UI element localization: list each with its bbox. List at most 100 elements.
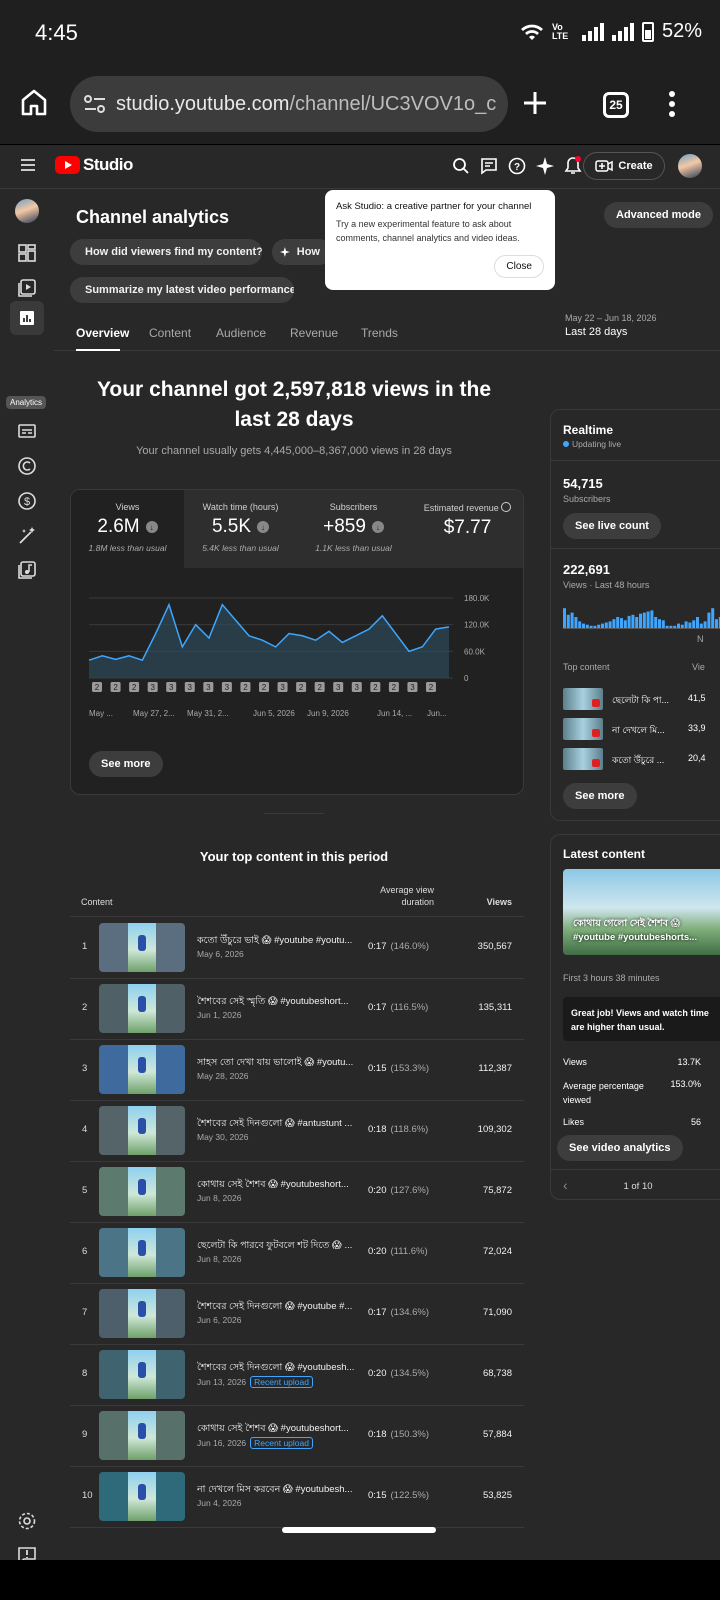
- tooltip-close-button[interactable]: Close: [494, 255, 544, 278]
- channel-avatar[interactable]: [15, 199, 39, 223]
- table-row[interactable]: 1 কতো উঁচুরে ভাই 😱 #youtube #youtu... May …: [70, 917, 524, 979]
- table-row[interactable]: 6 ছেলেটা কি পারবে ফুটবলে শট দিতে 😱 ... Jun…: [70, 1222, 524, 1284]
- video-thumbnail[interactable]: [99, 923, 185, 972]
- down-arrow-icon: ↓: [371, 521, 384, 533]
- tab-audience[interactable]: Audience: [216, 326, 266, 340]
- video-title[interactable]: শৈশবের সেই স্মৃতি 😱 #youtubeshort...: [197, 995, 355, 1010]
- subtitles-icon[interactable]: [13, 417, 41, 445]
- comments-icon[interactable]: [480, 157, 498, 175]
- menu-dots-icon[interactable]: [668, 90, 676, 118]
- studio-logo[interactable]: Studio: [55, 155, 133, 175]
- video-title[interactable]: না দেখলে মিস করবেন 😱 #youtubesh...: [197, 1483, 355, 1498]
- video-thumbnail: [563, 718, 603, 740]
- table-row[interactable]: 5 কোথায় সেই শৈশব 😱 #youtubeshort... Jun 8…: [70, 1161, 524, 1223]
- see-video-analytics-button[interactable]: See video analytics: [557, 1135, 683, 1161]
- video-thumbnail[interactable]: [99, 984, 185, 1033]
- audio-library-icon[interactable]: [13, 556, 41, 584]
- realtime-status: Updating live: [563, 439, 621, 449]
- metric-label: Subscribers: [329, 502, 378, 512]
- date-range-label[interactable]: Last 28 days: [565, 326, 627, 338]
- tab-switcher-button[interactable]: 25: [603, 92, 629, 118]
- table-row[interactable]: 8 শৈশবের সেই দিনগুলো 😱 #youtubesh... Jun 1…: [70, 1344, 524, 1406]
- realtime-bar: [688, 622, 692, 628]
- date-range[interactable]: May 22 – Jun 18, 2026: [565, 313, 657, 323]
- home-gesture-bar[interactable]: [282, 1527, 436, 1533]
- analytics-nav-item[interactable]: [10, 301, 44, 335]
- table-row[interactable]: 7 শৈশবের সেই দিনগুলো 😱 #youtube #... Jun 6…: [70, 1283, 524, 1345]
- search-icon[interactable]: [452, 157, 470, 175]
- video-thumbnail[interactable]: [99, 1289, 185, 1338]
- video-title[interactable]: কতো উঁচুরে ভাই 😱 #youtube #youtu...: [197, 934, 355, 949]
- realtime-item[interactable]: না দেখলে মি... 33,9: [563, 718, 720, 740]
- studio-header: Studio ? Create: [0, 145, 720, 189]
- video-thumbnail[interactable]: [99, 1350, 185, 1399]
- video-thumbnail[interactable]: [99, 1167, 185, 1216]
- notifications-bell-icon[interactable]: [564, 156, 582, 176]
- advanced-mode-button[interactable]: Advanced mode: [604, 202, 713, 228]
- table-row[interactable]: 10 না দেখলে মিস করবেন 😱 #youtubesh... Jun …: [70, 1466, 524, 1528]
- video-title[interactable]: সাহস তো দেখা যায় ভালোই 😱 #youtu...: [197, 1056, 355, 1071]
- settings-gear-icon[interactable]: [13, 1507, 41, 1535]
- realtime-item[interactable]: কতো উঁচুরে ... 20,4: [563, 748, 720, 770]
- video-thumbnail[interactable]: [99, 1411, 185, 1460]
- metric-watch-time[interactable]: Watch time (hours) 5.5K ↓ 5.4K less than …: [184, 490, 297, 568]
- copyright-icon[interactable]: [13, 452, 41, 480]
- table-row[interactable]: 9 কোথায় সেই শৈশব 😱 #youtubeshort... Jun 1…: [70, 1405, 524, 1467]
- hamburger-menu-icon[interactable]: [21, 159, 35, 171]
- item-title: কতো উঁচুরে ...: [612, 755, 665, 765]
- table-row[interactable]: 2 শৈশবের সেই স্মৃতি 😱 #youtubeshort... Jun…: [70, 978, 524, 1040]
- studio-app: Studio ? Create Analytics $ Channel anal…: [0, 145, 720, 1560]
- video-title[interactable]: শৈশবের সেই দিনগুলো 😱 #youtube #...: [197, 1300, 355, 1315]
- views-chart[interactable]: 180.0K 120.0K 60.0K 0 2 2 2 3 3 3 3 3 2 2 3 2 2 3 3 2 2 3 2 May…: [71, 590, 524, 740]
- chip-how[interactable]: How: [272, 239, 332, 265]
- video-title[interactable]: কোথায় সেই শৈশব 😱 #youtubeshort...: [197, 1178, 355, 1193]
- video-thumbnail[interactable]: [99, 1106, 185, 1155]
- video-thumbnail[interactable]: [99, 1472, 185, 1521]
- live-dot-icon: [563, 441, 569, 447]
- new-tab-icon[interactable]: [522, 90, 548, 116]
- tab-overview[interactable]: Overview: [76, 326, 129, 340]
- latest-thumbnail[interactable]: কোথায় গেলো সেই শৈশব 😱 #youtube #youtube…: [563, 869, 720, 955]
- feedback-icon[interactable]: [13, 1541, 41, 1560]
- chip-summarize[interactable]: Summarize my latest video performance: [70, 277, 294, 303]
- realtime-item[interactable]: ছেলেটা কি পা... 41,5: [563, 688, 720, 710]
- upload-marker-count: 3: [150, 683, 155, 692]
- table-row[interactable]: 3 সাহস তো দেখা যায় ভালোই 😱 #youtu... May …: [70, 1039, 524, 1101]
- realtime-bars-chart: [563, 608, 720, 629]
- customization-icon[interactable]: [13, 522, 41, 550]
- create-button[interactable]: Create: [583, 152, 665, 180]
- realtime-see-more-button[interactable]: See more: [563, 783, 637, 809]
- chip-find-content[interactable]: How did viewers find my content?: [70, 239, 262, 265]
- video-title[interactable]: শৈশবের সেই দিনগুলো 😱 #antustunt ...: [197, 1117, 355, 1132]
- see-more-button[interactable]: See more: [89, 751, 163, 777]
- table-row[interactable]: 4 শৈশবের সেই দিনগুলো 😱 #antustunt ... May …: [70, 1100, 524, 1162]
- ask-studio-sparkle-icon[interactable]: [536, 157, 554, 175]
- video-title[interactable]: কোথায় সেই শৈশব 😱 #youtubeshort...: [197, 1422, 355, 1437]
- see-live-count-button[interactable]: See live count: [563, 513, 661, 539]
- home-icon[interactable]: [21, 88, 47, 116]
- realtime-status-text: Updating live: [572, 439, 622, 449]
- metric-revenue[interactable]: Estimated revenue $7.77: [410, 490, 523, 568]
- overview-metrics-card: Views 2.6M ↓ 1.8M less than usual Watch t…: [70, 489, 524, 795]
- earn-icon[interactable]: $: [13, 487, 41, 515]
- date-text: Jun 8, 2026: [197, 1254, 242, 1264]
- tab-revenue[interactable]: Revenue: [290, 326, 338, 340]
- content-icon[interactable]: [13, 274, 41, 302]
- realtime-bar: [661, 620, 665, 628]
- account-avatar[interactable]: [678, 154, 702, 178]
- video-thumbnail[interactable]: [99, 1045, 185, 1094]
- video-thumbnail[interactable]: [99, 1228, 185, 1277]
- help-icon[interactable]: ?: [508, 157, 526, 175]
- url-bar[interactable]: studio.youtube.com/channel/UC3VOV1o_c: [70, 76, 508, 132]
- prev-arrow-icon[interactable]: ‹: [563, 1177, 568, 1193]
- tab-content[interactable]: Content: [149, 326, 191, 340]
- dashboard-icon[interactable]: [13, 239, 41, 267]
- metric-views[interactable]: Views 2.6M ↓ 1.8M less than usual: [71, 490, 184, 568]
- tab-trends[interactable]: Trends: [361, 326, 398, 340]
- metric-subscribers[interactable]: Subscribers +859 ↓ 1.1K less than usual: [297, 490, 410, 568]
- video-title[interactable]: ছেলেটা কি পারবে ফুটবলে শট দিতে 😱 ...: [197, 1239, 355, 1254]
- metric-value: +859: [323, 516, 366, 537]
- video-title[interactable]: শৈশবের সেই দিনগুলো 😱 #youtubesh...: [197, 1361, 355, 1376]
- duration: 0:18: [368, 1124, 387, 1135]
- site-settings-icon[interactable]: [84, 95, 106, 113]
